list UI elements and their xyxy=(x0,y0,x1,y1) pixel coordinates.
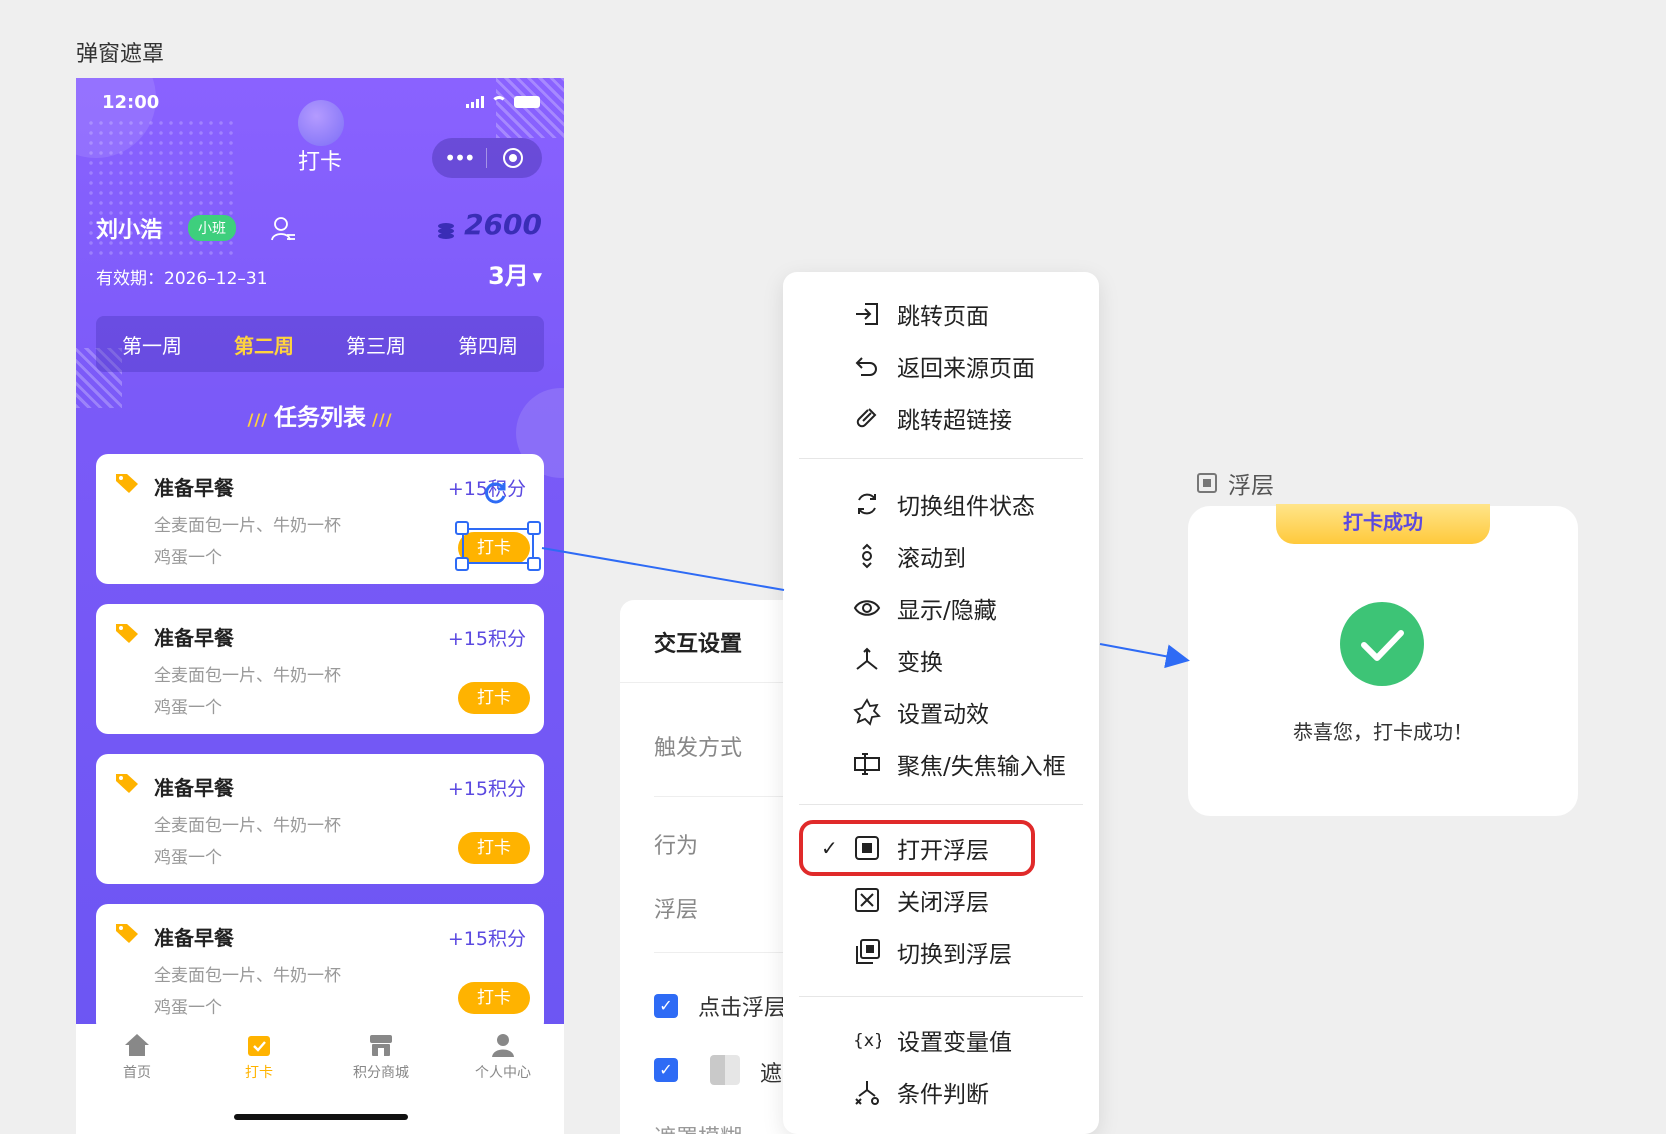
connector-source-line xyxy=(541,547,785,591)
connector-target-arrow xyxy=(1099,643,1190,669)
connector-lines xyxy=(541,547,1190,669)
